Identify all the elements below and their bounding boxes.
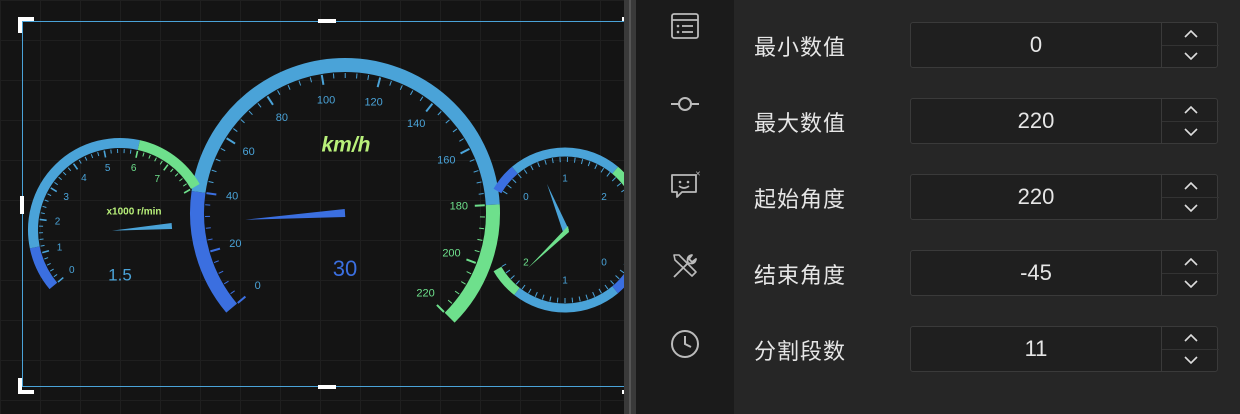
node-connector-icon[interactable] [665,84,705,124]
resize-handle-left[interactable] [20,196,24,214]
chevron-up-icon [1183,182,1198,190]
resize-handle-top[interactable] [318,19,336,23]
increment-button[interactable] [1162,23,1219,46]
panel-splitter[interactable] [624,0,636,414]
prop-value[interactable]: 220 [911,175,1161,219]
selection-box[interactable] [22,21,624,387]
prop-label: 分割段数 [754,339,847,364]
clock-icon[interactable] [665,324,705,364]
number-stepper [1161,175,1219,219]
chevron-up-icon [1183,258,1198,266]
prop-row-max-value: 最大数值 220 [734,98,1240,146]
splitter-line [629,0,631,414]
number-stepper [1161,251,1219,295]
prop-label: 最小数值 [754,35,847,60]
max-value-field[interactable]: 220 [910,98,1219,144]
editor-canvas[interactable]: 0 20 40 60 80 100 120 140 160 180 200 220 km/h 30 0 1 2 3… [0,0,624,414]
number-stepper [1161,99,1219,143]
chevron-down-icon [1183,128,1198,136]
number-stepper [1161,327,1219,371]
prop-row-start-angle: 起始角度 220 [734,174,1240,222]
decrement-button[interactable] [1162,273,1219,295]
split-count-field[interactable]: 11 [910,326,1219,372]
prop-value[interactable]: 11 [911,327,1161,371]
increment-button[interactable] [1162,251,1219,274]
resize-handle-bottom-left[interactable] [18,378,34,394]
decrement-button[interactable] [1162,349,1219,371]
list-panel-icon[interactable] [665,6,705,46]
svg-text:✕: ✕ [695,171,701,178]
chevron-down-icon [1183,204,1198,212]
decrement-button[interactable] [1162,45,1219,67]
chevron-down-icon [1183,280,1198,288]
property-panel: 最小数值 0 最大数值 220 起始角度 220 结束角度 -45 分割段数 1… [734,0,1240,414]
chat-smile-icon[interactable]: ✕ [665,166,705,206]
prop-row-split-count: 分割段数 11 [734,326,1240,374]
prop-value[interactable]: 0 [911,23,1161,67]
start-angle-field[interactable]: 220 [910,174,1219,220]
prop-label: 最大数值 [754,111,847,136]
increment-button[interactable] [1162,327,1219,350]
resize-handle-top-left[interactable] [18,17,34,33]
min-value-field[interactable]: 0 [910,22,1219,68]
prop-row-end-angle: 结束角度 -45 [734,250,1240,298]
prop-value[interactable]: -45 [911,251,1161,295]
increment-button[interactable] [1162,99,1219,122]
prop-row-min-value: 最小数值 0 [734,22,1240,70]
property-category-bar: ✕ [636,0,734,414]
prop-value[interactable]: 220 [911,99,1161,143]
decrement-button[interactable] [1162,121,1219,143]
prop-label: 结束角度 [754,263,847,288]
decrement-button[interactable] [1162,197,1219,219]
chevron-down-icon [1183,52,1198,60]
tools-icon[interactable] [665,246,705,286]
end-angle-field[interactable]: -45 [910,250,1219,296]
number-stepper [1161,23,1219,67]
resize-handle-bottom[interactable] [318,385,336,389]
chevron-up-icon [1183,106,1198,114]
chevron-up-icon [1183,30,1198,38]
increment-button[interactable] [1162,175,1219,198]
prop-label: 起始角度 [754,187,847,212]
chevron-up-icon [1183,334,1198,342]
chevron-down-icon [1183,356,1198,364]
